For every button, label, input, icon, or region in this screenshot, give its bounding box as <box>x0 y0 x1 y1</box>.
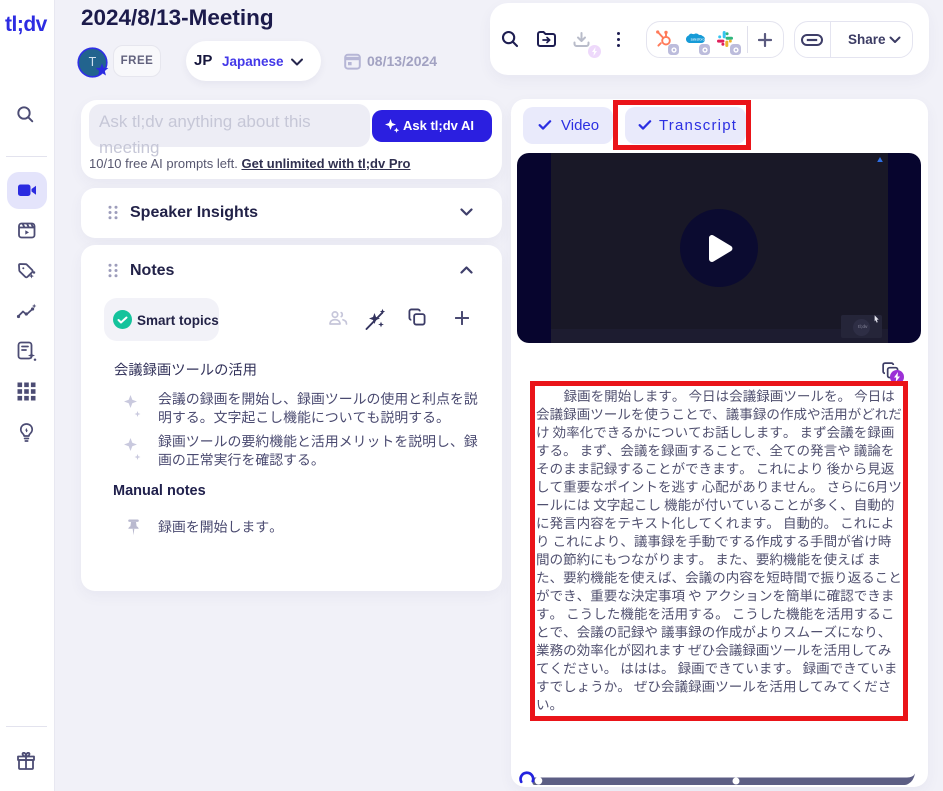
svg-text:salesforce: salesforce <box>691 37 705 41</box>
